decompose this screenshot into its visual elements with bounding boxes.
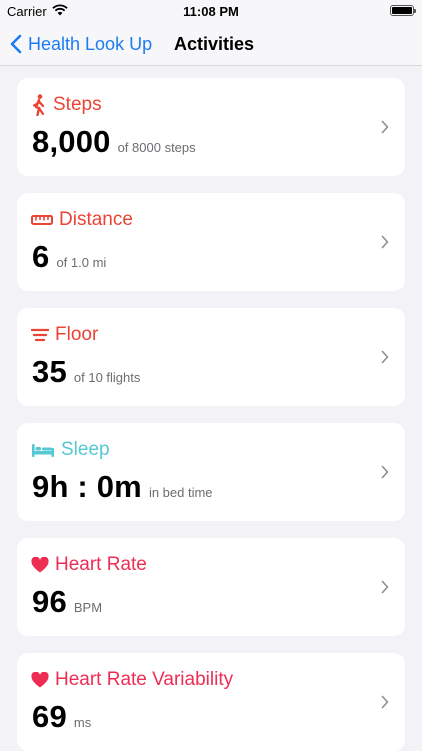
card-value: 8,000 xyxy=(32,124,111,159)
back-button[interactable]: Health Look Up xyxy=(10,32,152,56)
back-button-label: Health Look Up xyxy=(28,33,153,54)
clock-time: 11:08 PM xyxy=(183,4,239,19)
activity-card-floor[interactable]: Floor 35 of 10 flights xyxy=(17,308,405,406)
card-value: 35 xyxy=(32,354,67,389)
stairs-lines-icon xyxy=(31,328,49,342)
activity-card-distance[interactable]: Distance 6 of 1.0 mi xyxy=(17,193,405,291)
walking-figure-icon xyxy=(31,94,47,116)
heart-icon xyxy=(31,557,49,573)
chevron-right-icon xyxy=(381,120,389,139)
card-unit: of 10 flights xyxy=(73,370,141,385)
card-value: 6 xyxy=(32,239,50,274)
card-title: Heart Rate Variability xyxy=(55,669,234,690)
card-unit: BPM xyxy=(73,600,103,615)
navigation-bar: Health Look Up Activities xyxy=(0,22,422,66)
chevron-right-icon xyxy=(381,580,389,599)
card-unit: of 1.0 mi xyxy=(56,255,107,270)
card-unit: in bed time xyxy=(148,485,213,500)
card-value: 96 xyxy=(32,584,67,619)
page-title: Activities xyxy=(174,34,255,54)
heart-icon xyxy=(31,672,49,688)
chevron-right-icon xyxy=(381,465,389,484)
card-title: Sleep xyxy=(61,439,110,460)
activity-card-heart-rate-variability[interactable]: Heart Rate Variability 69 ms xyxy=(17,653,405,751)
chevron-right-icon xyxy=(381,350,389,369)
activity-card-steps[interactable]: Steps 8,000 of 8000 steps xyxy=(17,78,405,176)
chevron-right-icon xyxy=(381,695,389,714)
activity-card-heart-rate[interactable]: Heart Rate 96 BPM xyxy=(17,538,405,636)
status-bar: Carrier 11:08 PM xyxy=(0,0,422,22)
card-value: 69 xyxy=(32,699,67,734)
card-unit: of 8000 steps xyxy=(117,140,196,155)
card-title: Heart Rate xyxy=(55,554,147,575)
activity-card-sleep[interactable]: Sleep 9h : 0m in bed time xyxy=(17,423,405,521)
card-title: Steps xyxy=(53,94,102,115)
card-value: 9h : 0m xyxy=(32,469,142,504)
battery-icon xyxy=(390,5,416,16)
bed-icon xyxy=(31,442,55,458)
chevron-right-icon xyxy=(381,235,389,254)
card-title: Distance xyxy=(59,209,133,230)
card-title: Floor xyxy=(55,324,99,345)
ruler-icon xyxy=(31,214,53,226)
chevron-left-icon xyxy=(10,34,22,54)
card-unit: ms xyxy=(73,715,92,730)
